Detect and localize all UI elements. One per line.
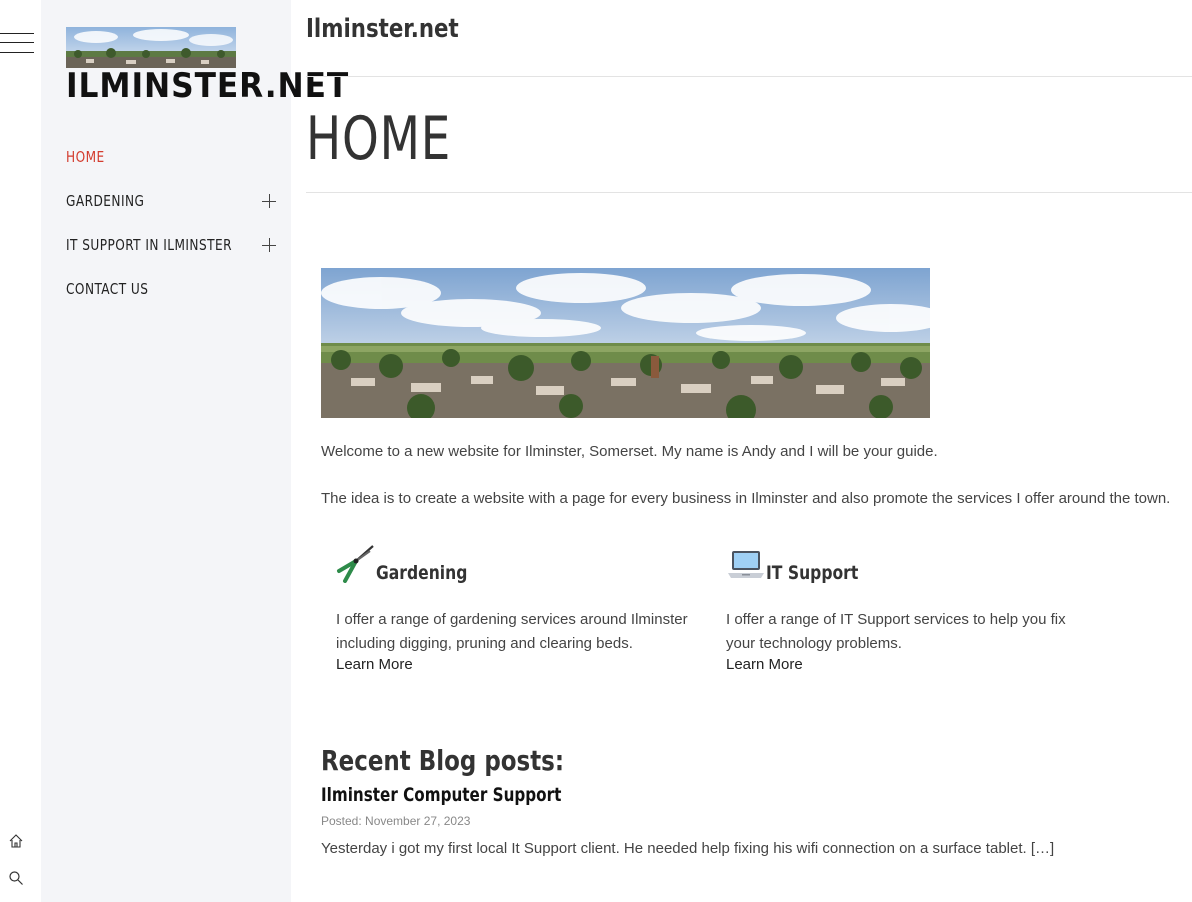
nav-item-home[interactable]: HOME — [66, 146, 276, 190]
intro-text: Welcome to a new website for Ilminster, … — [321, 443, 938, 460]
service-description: I offer a range of gardening services ar… — [336, 611, 688, 652]
main-nav: HOME GARDENING IT SUPPORT IN ILMINSTER C… — [66, 146, 276, 322]
service-heading: Gardening — [376, 562, 468, 584]
hamburger-menu-icon[interactable] — [0, 33, 34, 53]
icon-rail — [0, 0, 41, 902]
main-content: Ilminster.net HOME Welcome to a new webs… — [306, 0, 1192, 902]
laptop-icon — [728, 551, 764, 578]
blog-heading: Recent Blog posts: — [321, 744, 565, 777]
header-site-title[interactable]: Ilminster.net — [306, 14, 459, 44]
divider — [306, 76, 1192, 77]
blog-post-date: Posted: November 27, 2023 — [321, 814, 471, 828]
learn-more-link[interactable]: Learn More — [726, 656, 803, 673]
blog-post-excerpt: Yesterday i got my first local It Suppor… — [321, 840, 1055, 857]
expand-plus-icon[interactable] — [262, 194, 276, 208]
sidebar: ILMINSTER.NET HOME GARDENING IT SUPPORT … — [41, 0, 348, 902]
nav-item-it-support[interactable]: IT SUPPORT IN ILMINSTER — [66, 234, 276, 278]
site-logo[interactable] — [66, 27, 236, 68]
expand-plus-icon[interactable] — [262, 238, 276, 252]
service-it-support: IT Support I offer a range of IT Support… — [726, 540, 1086, 673]
page-title: HOME — [306, 104, 452, 174]
blog-post-title[interactable]: Ilminster Computer Support — [321, 784, 561, 806]
service-description: I offer a range of IT Support services t… — [726, 611, 1066, 652]
search-icon[interactable] — [8, 870, 24, 886]
divider — [306, 192, 1192, 193]
pruning-shears-icon — [337, 545, 374, 583]
idea-text: The idea is to create a website with a p… — [321, 490, 1171, 507]
town-panorama-image — [321, 268, 930, 418]
service-gardening: Gardening I offer a range of gardening s… — [336, 540, 696, 673]
learn-more-link[interactable]: Learn More — [336, 656, 413, 673]
home-icon[interactable] — [8, 833, 24, 849]
nav-item-gardening[interactable]: GARDENING — [66, 190, 276, 234]
service-heading: IT Support — [766, 562, 859, 584]
nav-item-contact[interactable]: CONTACT US — [66, 278, 276, 322]
